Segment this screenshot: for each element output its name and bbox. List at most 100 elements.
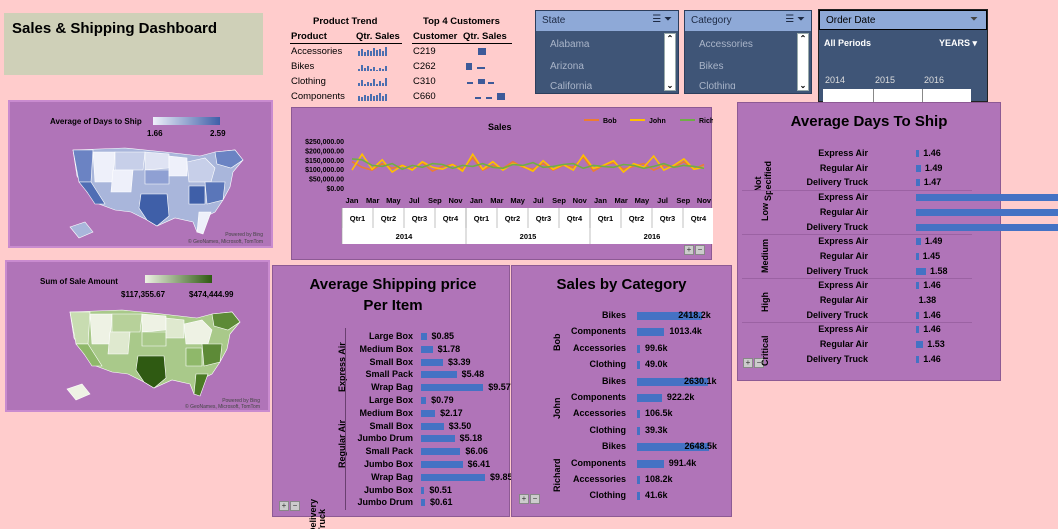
bar <box>637 344 640 353</box>
sales-line-chart[interactable]: Sales $250,000.00 $200,000.00 $150,000.00 $1… <box>292 108 725 261</box>
bar <box>916 282 920 290</box>
slicer-item[interactable]: California <box>550 81 592 89</box>
row-label: Delivery Truck <box>806 353 868 364</box>
category-slicer-title: Category <box>691 15 732 26</box>
divider <box>873 89 874 102</box>
group-divider <box>742 322 972 324</box>
avg-shipping-price-panel[interactable]: Average Shipping price Per Item + − Expre… <box>272 265 513 529</box>
scroll-up-icon[interactable]: ⌃ <box>666 34 674 43</box>
timeline-title: Order Date <box>826 15 876 26</box>
col-qtr-sales: Qtr. Sales <box>356 31 400 42</box>
timeline-year[interactable]: 2014 <box>825 75 845 85</box>
y-tick-label: $100,000.00 <box>305 167 344 174</box>
bar <box>421 486 425 494</box>
timeline-year[interactable]: 2015 <box>875 75 895 85</box>
bar-value: 2648.5k <box>684 441 718 452</box>
row-label: Clothing <box>589 424 627 435</box>
x-month-label: Jul <box>657 196 668 205</box>
map-legend-title: Average of Days to Ship <box>50 117 142 126</box>
expand-icon[interactable]: + <box>279 501 289 511</box>
expand-collapse-buttons[interactable]: + − <box>279 501 300 511</box>
timeline-level-dropdown[interactable]: YEARS ▾ <box>939 38 977 49</box>
customer-id: C660 <box>413 91 436 102</box>
usa-map-days[interactable] <box>65 142 250 242</box>
bar-value: $9.57 <box>488 382 511 393</box>
bar-value: 1.53 <box>927 339 945 350</box>
collapse-icon[interactable]: − <box>290 501 300 511</box>
timeline-bar[interactable] <box>823 89 971 102</box>
spark-bar <box>364 52 366 56</box>
clear-filter-icon[interactable]: ⏷ <box>970 14 978 25</box>
bar <box>916 311 920 319</box>
spark-bar <box>361 97 363 101</box>
customer-id: C262 <box>413 61 436 72</box>
slicer-item[interactable]: Bikes <box>699 61 723 72</box>
multi-select-icon[interactable]: ☰ ⏷ <box>785 14 805 25</box>
sales-amount-map[interactable]: Sum of Sale Amount $117,355.67 $474,444.… <box>5 260 270 412</box>
spark-bar <box>358 51 360 56</box>
x-month-label: Mar <box>366 196 379 205</box>
order-date-timeline[interactable]: Order Date ⏷ All Periods YEARS ▾ 2014 20… <box>818 9 988 102</box>
bar <box>916 355 920 363</box>
timeline-periods: All Periods <box>824 38 872 48</box>
state-slicer[interactable]: State ☰ ⏷ Alabama Arizona California ⌃ ⌄ <box>535 10 679 94</box>
x-quarter-label: Qtr4 <box>443 214 459 223</box>
x-month-label: Sep <box>552 196 566 205</box>
y-tick-label: $200,000.00 <box>305 148 344 155</box>
bar-value: 49.0k <box>645 359 668 370</box>
row-label: Components <box>571 392 626 402</box>
customer-sales-bar <box>488 82 494 84</box>
y-tick-label: $0.00 <box>326 186 344 193</box>
expand-collapse-buttons[interactable]: + − <box>519 494 540 504</box>
spark-bar <box>376 84 378 86</box>
bar <box>421 448 461 456</box>
bar <box>637 394 662 402</box>
spark-bar <box>385 66 387 71</box>
bar <box>637 361 640 370</box>
slicer-item[interactable]: Arizona <box>550 61 584 72</box>
spark-bar <box>367 50 369 56</box>
slicer-item[interactable]: Clothing <box>699 81 736 89</box>
bar <box>421 371 457 379</box>
sales-by-category-panel[interactable]: Sales by Category + − Bob Bikes 2418.2k Comp… <box>511 265 732 517</box>
days-to-ship-map[interactable]: Average of Days to Ship 1.66 2.59 Powere… <box>8 100 273 248</box>
spark-bar <box>379 81 381 86</box>
bar <box>916 326 920 334</box>
expand-icon[interactable]: + <box>519 494 529 504</box>
scroll-down-icon[interactable]: ⌄ <box>666 81 674 90</box>
usa-map-sales[interactable] <box>62 304 247 404</box>
product-name: Bikes <box>291 61 315 72</box>
dashboard-title: Sales & Shipping Dashboard <box>12 20 218 37</box>
scroll-down-icon[interactable]: ⌄ <box>799 81 807 90</box>
slicer-item[interactable]: Accessories <box>699 39 753 50</box>
bar-value: $5.18 <box>459 433 483 444</box>
scroll-up-icon[interactable]: ⌃ <box>799 34 807 43</box>
x-month-label: Jul <box>533 196 544 205</box>
sparkline <box>358 77 387 86</box>
bar-value: 39.3k <box>645 424 668 435</box>
bar-value: 1.46 <box>923 353 941 364</box>
scrollbar[interactable]: ⌃ ⌄ <box>664 33 676 91</box>
bar <box>637 328 665 337</box>
timeline-year[interactable]: 2016 <box>924 75 944 85</box>
row-label: Express Air <box>818 236 868 247</box>
bar-value: $0.85 <box>431 331 455 341</box>
row-label: Bikes <box>601 375 626 386</box>
scrollbar[interactable]: ⌃ ⌄ <box>797 33 809 91</box>
collapse-icon[interactable]: − <box>530 494 540 504</box>
multi-select-icon[interactable]: ☰ ⏷ <box>652 14 672 25</box>
bar <box>916 179 920 187</box>
avg-days-to-ship-panel[interactable]: Average Days To Ship + − Not Specified Exp… <box>737 102 1058 381</box>
bar <box>421 461 463 468</box>
product-name: Accessories <box>291 46 343 57</box>
row-label: Clothing <box>589 490 627 501</box>
spark-bar <box>382 96 384 101</box>
category-slicer[interactable]: Category ☰ ⏷ Accessories Bikes Clothing … <box>684 10 812 94</box>
bar-value: 2418.2k <box>678 310 711 320</box>
expand-icon[interactable]: + <box>684 245 694 255</box>
collapse-icon[interactable]: − <box>695 245 705 255</box>
sales-line-chart-panel[interactable]: Sales $250,000.00 $200,000.00 $150,000.00 $1… <box>291 107 725 261</box>
slicer-item[interactable]: Alabama <box>550 39 589 50</box>
bar <box>421 409 436 417</box>
expand-collapse-buttons[interactable]: + − <box>684 245 705 255</box>
